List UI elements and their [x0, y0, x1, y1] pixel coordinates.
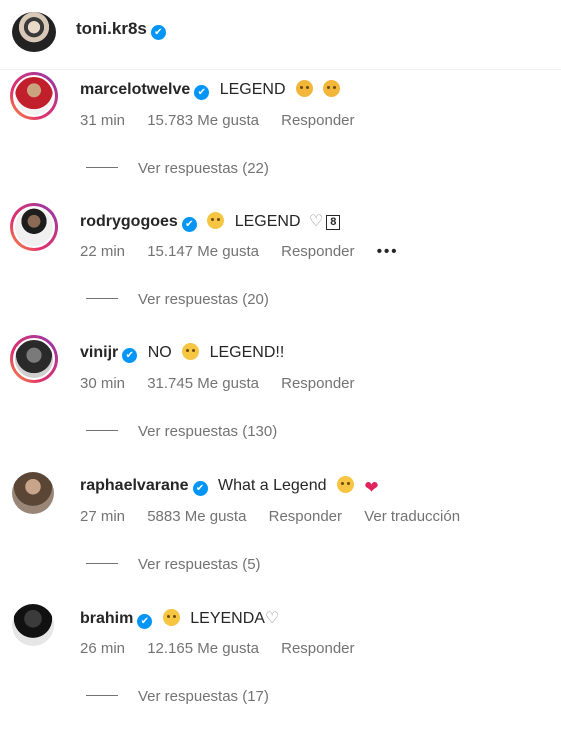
comment-username[interactable]: marcelotwelve — [80, 81, 190, 98]
comment-line: rodrygogoes ✔ LEGEND ♡ 8 — [80, 211, 341, 232]
comment-text: What a Legend — [217, 477, 327, 494]
comment-likes[interactable]: 15.783 Me gusta — [147, 112, 259, 129]
see-translation-button[interactable]: Ver traducción — [364, 508, 460, 525]
comment-time[interactable]: 31 min — [80, 112, 125, 129]
comment-item: brahim ✔ LEYENDA♡ 26 min 12.165 Me gusta … — [0, 600, 561, 730]
view-replies-label: Ver respuestas (5) — [138, 556, 261, 573]
heart-outline-icon: ♡ — [264, 610, 280, 627]
more-options-icon[interactable]: ••• — [377, 243, 399, 260]
heart-outline-icon: ♡ — [308, 213, 324, 230]
sad-face-emoji-icon — [295, 80, 313, 97]
verified-badge-icon: ✔ — [122, 348, 138, 363]
comment-avatar[interactable] — [10, 335, 58, 383]
clapping-emoji-icon — [336, 476, 354, 493]
post-author-username[interactable]: toni.kr8s ✔ — [76, 19, 166, 40]
view-replies-button[interactable]: Ver respuestas (20) — [86, 291, 269, 308]
comment-avatar[interactable] — [12, 604, 54, 646]
comment-text: LEYENDA — [190, 610, 265, 627]
divider-line — [86, 298, 118, 299]
comment-item: raphaelvarane ✔ What a Legend ❤ 27 min 58… — [0, 468, 561, 598]
comment-item: vinijr ✔ NO LEGEND!! 30 min 31.745 Me gus… — [0, 335, 561, 465]
comment-text: LEGEND — [219, 81, 286, 98]
pleading-face-emoji-icon — [182, 343, 200, 360]
comment-line: vinijr ✔ NO LEGEND!! — [80, 343, 284, 363]
comment-meta: 30 min 31.745 Me gusta Responder — [80, 375, 373, 392]
comment-meta: 27 min 5883 Me gusta Responder Ver tradu… — [80, 508, 478, 525]
verified-badge-icon: ✔ — [181, 217, 197, 232]
comment-text: LEGEND!! — [209, 344, 285, 361]
divider-line — [86, 167, 118, 168]
comment-meta: 22 min 15.147 Me gusta Responder ••• — [80, 243, 416, 260]
view-replies-label: Ver respuestas (130) — [138, 423, 278, 440]
comment-avatar[interactable] — [10, 203, 58, 251]
view-replies-label: Ver respuestas (20) — [138, 291, 269, 308]
divider-line — [86, 695, 118, 696]
view-replies-button[interactable]: Ver respuestas (17) — [86, 688, 269, 705]
comment-time[interactable]: 26 min — [80, 640, 125, 657]
comment-text: LEGEND — [234, 213, 301, 230]
view-replies-button[interactable]: Ver respuestas (5) — [86, 556, 261, 573]
comment-item: rodrygogoes ✔ LEGEND ♡ 8 22 min 15.147 Me … — [0, 203, 561, 333]
comment-avatar[interactable] — [10, 72, 58, 120]
view-replies-label: Ver respuestas (22) — [138, 160, 269, 177]
comment-likes[interactable]: 12.165 Me gusta — [147, 640, 259, 657]
comment-meta: 31 min 15.783 Me gusta Responder — [80, 112, 373, 129]
comment-time[interactable]: 30 min — [80, 375, 125, 392]
divider-line — [86, 563, 118, 564]
post-author-avatar[interactable] — [12, 12, 56, 52]
comment-item: marcelotwelve ✔ LEGEND 31 min 15.783 Me g… — [0, 72, 561, 202]
reply-button[interactable]: Responder — [281, 640, 354, 657]
view-replies-label: Ver respuestas (17) — [138, 688, 269, 705]
reply-button[interactable]: Responder — [281, 375, 354, 392]
pleading-face-emoji-icon — [207, 212, 225, 229]
comment-avatar[interactable] — [12, 472, 54, 514]
comment-username[interactable]: raphaelvarane — [80, 477, 189, 494]
pleading-face-emoji-icon — [162, 609, 180, 626]
verified-badge-icon: ✔ — [194, 85, 210, 100]
verified-badge-icon: ✔ — [137, 614, 153, 629]
comment-line: marcelotwelve ✔ LEGEND — [80, 80, 341, 100]
view-replies-button[interactable]: Ver respuestas (22) — [86, 160, 269, 177]
post-author-name[interactable]: toni.kr8s — [76, 19, 147, 38]
comment-likes[interactable]: 15.147 Me gusta — [147, 243, 259, 260]
comment-username[interactable]: vinijr — [80, 344, 118, 361]
comment-username[interactable]: brahim — [80, 610, 133, 627]
divider-line — [86, 430, 118, 431]
reply-button[interactable]: Responder — [269, 508, 342, 525]
reply-button[interactable]: Responder — [281, 112, 354, 129]
comment-likes[interactable]: 31.745 Me gusta — [147, 375, 259, 392]
comment-line: brahim ✔ LEYENDA♡ — [80, 608, 279, 629]
post-header: toni.kr8s ✔ — [0, 0, 561, 70]
comment-likes[interactable]: 5883 Me gusta — [147, 508, 246, 525]
view-replies-button[interactable]: Ver respuestas (130) — [86, 423, 277, 440]
like-count-badge: 8 — [326, 215, 341, 230]
comment-text-prefix: NO — [147, 344, 172, 361]
weary-face-emoji-icon — [323, 80, 341, 97]
reply-button[interactable]: Responder — [281, 243, 354, 260]
comment-time[interactable]: 22 min — [80, 243, 125, 260]
verified-badge-icon: ✔ — [192, 481, 208, 496]
comment-line: raphaelvarane ✔ What a Legend ❤ — [80, 476, 379, 496]
red-heart-emoji-icon: ❤ — [364, 478, 379, 497]
verified-badge-icon: ✔ — [150, 25, 166, 40]
comment-username[interactable]: rodrygogoes — [80, 213, 178, 230]
comment-meta: 26 min 12.165 Me gusta Responder — [80, 640, 373, 657]
comment-time[interactable]: 27 min — [80, 508, 125, 525]
